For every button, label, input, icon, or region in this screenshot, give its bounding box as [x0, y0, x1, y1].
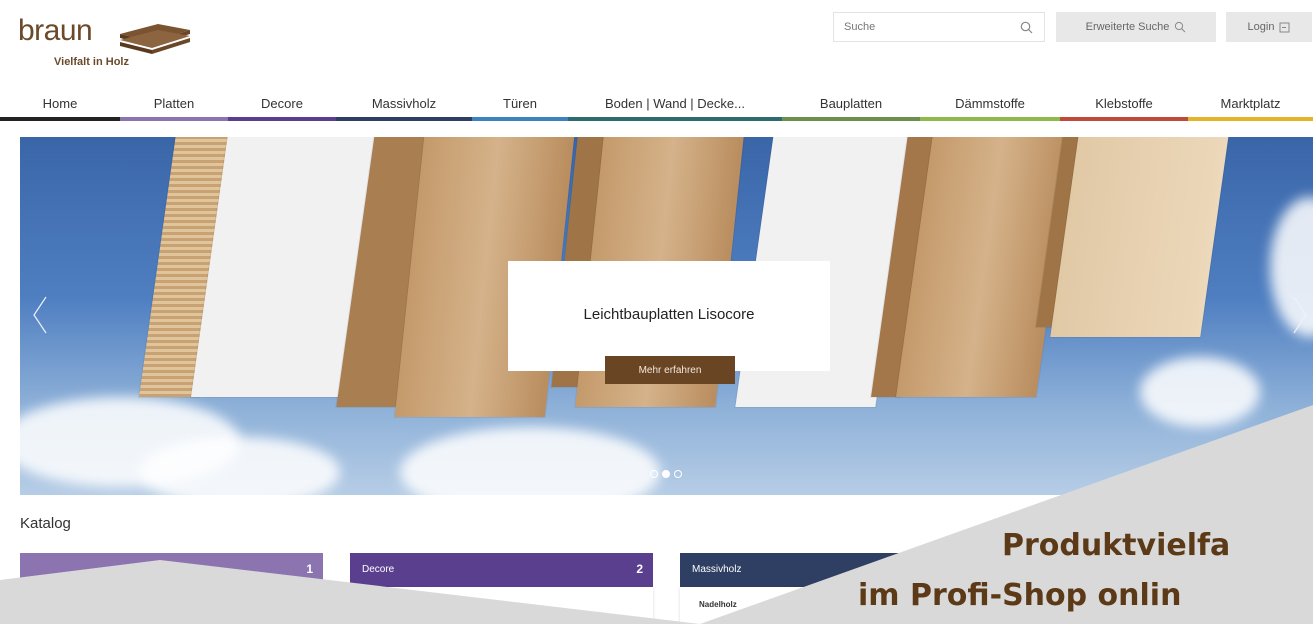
nav-color-bar: [120, 117, 228, 121]
nav-item-label: Decore: [261, 95, 303, 111]
nav-item-label: Platten: [153, 95, 195, 111]
slide-dot-active[interactable]: [662, 470, 670, 478]
catalog-tile-number: 1: [306, 562, 313, 576]
catalog-tile-platten[interactable]: 1: [20, 553, 323, 587]
nav-item-label: Home: [42, 95, 78, 111]
catalog-tile-body: [20, 587, 323, 624]
site-header: braun Vielfalt in Holz Erweiterte Suche …: [0, 0, 1313, 80]
advanced-search-button[interactable]: Erweiterte Suche: [1056, 12, 1216, 42]
slide-title: Leichtbauplatten Lisocore: [583, 306, 755, 323]
next-slide-icon[interactable]: [1292, 295, 1308, 344]
cloud-shape: [1140, 357, 1260, 427]
nav-item-label: Dämmstoffe: [955, 95, 1025, 111]
nav-color-bar: [920, 117, 1060, 121]
advanced-search-label: Erweiterte Suche: [1085, 21, 1170, 33]
main-navigation: Home Platten Decore Massivholz Türen Bod…: [0, 88, 1313, 122]
nav-item-label: Marktplatz: [1220, 95, 1281, 111]
slide-indicators: [650, 470, 682, 478]
slide-dot[interactable]: [674, 470, 682, 478]
catalog-tile-title: Massivholz: [692, 564, 742, 575]
nav-item-marktplatz[interactable]: Marktplatz: [1188, 88, 1313, 121]
slide-caption: Leichtbauplatten Lisocore: [508, 261, 830, 371]
nav-item-boden-wand-decke[interactable]: Boden | Wand | Decke...: [568, 88, 782, 121]
mehr-erfahren-button[interactable]: Mehr erfahren: [605, 356, 735, 384]
search-icon: [1020, 21, 1032, 33]
catalog-subitem[interactable]: Nadelholz: [699, 600, 737, 609]
nav-color-bar: [336, 117, 472, 121]
nav-color-bar: [782, 117, 920, 121]
search-button[interactable]: [1008, 13, 1044, 41]
catalog-tile-number: 2: [636, 562, 643, 576]
search-box: [833, 12, 1045, 42]
nav-item-massivholz[interactable]: Massivholz: [336, 88, 472, 121]
cloud-shape: [400, 427, 660, 495]
promo-headline-line1: Produktvielfa: [1002, 528, 1231, 563]
nav-item-label: Klebstoffe: [1095, 95, 1153, 111]
nav-item-decore[interactable]: Decore: [228, 88, 336, 121]
nav-item-label: Massivholz: [371, 95, 437, 111]
nav-item-home[interactable]: Home: [0, 88, 120, 121]
logo-wordmark: braun: [18, 14, 93, 47]
nav-color-bar: [228, 117, 336, 121]
login-button[interactable]: Login: [1226, 12, 1312, 42]
nav-item-label: Boden | Wand | Decke...: [605, 95, 745, 111]
nav-item-daemmstoffe[interactable]: Dämmstoffe: [920, 88, 1060, 121]
nav-item-platten[interactable]: Platten: [120, 88, 228, 121]
slide-dot[interactable]: [650, 470, 658, 478]
catalog-tile-title: Decore: [362, 564, 395, 575]
login-label: Login: [1247, 21, 1275, 33]
braun-logo[interactable]: braun Vielfalt in Holz: [14, 8, 204, 68]
nav-item-tueren[interactable]: Türen: [472, 88, 568, 121]
hero-slider[interactable]: Leichtbauplatten Lisocore Mehr erfahren: [20, 137, 1313, 495]
nav-color-bar: [0, 117, 120, 121]
login-icon: [1279, 22, 1290, 32]
wood-stack-icon: [120, 24, 190, 54]
logo-tagline: Vielfalt in Holz: [54, 56, 129, 68]
catalog-heading: Katalog: [20, 515, 71, 532]
nav-item-klebstoffe[interactable]: Klebstoffe: [1060, 88, 1188, 121]
nav-color-bar: [472, 117, 568, 121]
promo-headline-line2: im Profi-Shop onlin: [858, 578, 1182, 613]
nav-color-bar: [568, 117, 782, 121]
nav-item-label: Türen: [503, 95, 537, 111]
nav-item-bauplatten[interactable]: Bauplatten: [782, 88, 920, 121]
nav-color-bar: [1060, 117, 1188, 121]
advanced-search-icon: [1175, 21, 1186, 33]
nav-item-label: Bauplatten: [819, 95, 883, 111]
catalog-tile-body: [350, 587, 653, 624]
nav-color-bar: [1188, 117, 1313, 121]
catalog-tile-decore[interactable]: Decore 2: [350, 553, 653, 587]
cloud-shape: [140, 437, 340, 495]
prev-slide-icon[interactable]: [32, 295, 48, 344]
panel-light-face: [1050, 137, 1230, 337]
search-input[interactable]: [834, 13, 1026, 41]
